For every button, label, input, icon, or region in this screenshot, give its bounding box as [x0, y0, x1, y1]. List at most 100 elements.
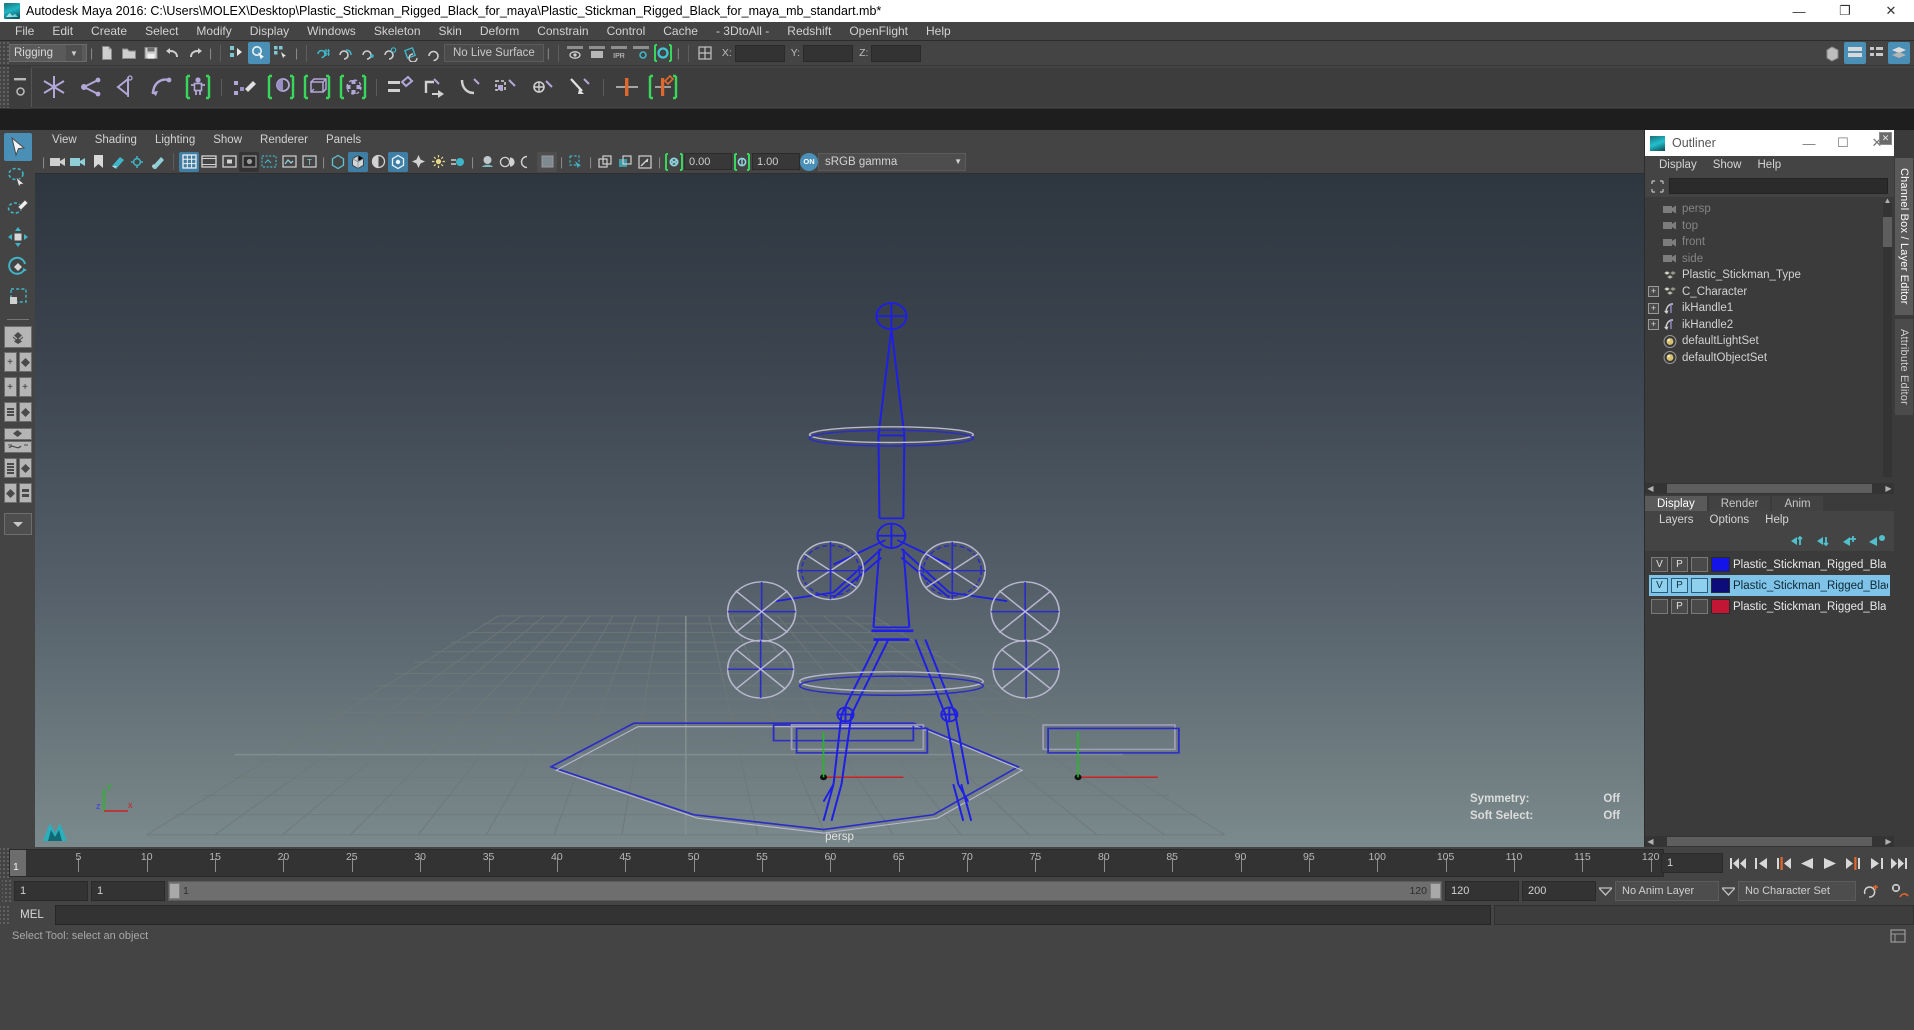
save-scene-icon[interactable] [140, 42, 162, 64]
tab-anim[interactable]: Anim [1772, 496, 1823, 511]
layer-playback-toggle[interactable]: P [1671, 578, 1688, 593]
current-frame-input[interactable]: 1 [1661, 853, 1723, 873]
layer-color-swatch[interactable] [1711, 578, 1730, 593]
resolution-gate-icon[interactable] [219, 152, 239, 172]
layer-playback-toggle[interactable]: P [1671, 599, 1688, 614]
create-joint-icon[interactable] [36, 69, 72, 105]
menu-3dtoall[interactable]: - 3DtoAll - [707, 22, 778, 41]
layer-menu-options[interactable]: Options [1702, 511, 1758, 529]
range-start-input[interactable]: 1 [14, 881, 88, 901]
coord-z-input[interactable] [871, 44, 922, 62]
scroll-right-arrow-icon[interactable]: ▶ [1883, 484, 1894, 493]
new-scene-icon[interactable] [96, 42, 118, 64]
go-to-start-button[interactable] [1727, 853, 1749, 874]
outliner-item-ikhandle2[interactable]: + ikHandle2 [1645, 317, 1894, 334]
menu-deform[interactable]: Deform [471, 22, 528, 41]
single-perspective-layout[interactable] [3, 326, 32, 348]
wireframe-shading-icon[interactable] [328, 152, 348, 172]
menu-set-selector[interactable]: Rigging ▼ [9, 44, 87, 62]
move-layer-up-icon[interactable] [1791, 534, 1808, 547]
layer-menu-layers[interactable]: Layers [1651, 511, 1702, 529]
toolbar-grip[interactable] [0, 41, 9, 65]
anim-start-input[interactable]: 120 [1445, 881, 1519, 901]
range-grip[interactable] [2, 879, 11, 903]
vp-menu-show[interactable]: Show [204, 130, 251, 150]
menu-windows[interactable]: Windows [298, 22, 365, 41]
aim-constraint-icon[interactable] [526, 69, 562, 105]
coord-y-input[interactable] [803, 44, 854, 62]
step-back-key-button[interactable] [1750, 853, 1772, 874]
shelf-grip[interactable] [0, 66, 9, 108]
create-new-layer-icon[interactable] [1843, 534, 1860, 547]
orient-constraint-icon[interactable] [454, 69, 490, 105]
tab-render[interactable]: Render [1708, 496, 1771, 511]
outliner-vertical-scrollbar[interactable] [1883, 203, 1892, 477]
time-slider-current-marker[interactable]: 1 [10, 850, 26, 876]
character-set-selector[interactable]: No Character Set [1738, 881, 1856, 901]
auto-key-button[interactable] [1859, 883, 1883, 899]
scroll-left-arrow-icon[interactable]: ◀ [1645, 484, 1656, 493]
outliner-menu-display[interactable]: Display [1651, 156, 1705, 175]
parent-constraint-icon[interactable] [382, 69, 418, 105]
dock-close-icon[interactable]: ✕ [1879, 132, 1892, 145]
snap-to-curve-icon[interactable] [334, 42, 356, 64]
menu-select[interactable]: Select [136, 22, 187, 41]
edit-blend-shape-icon[interactable] [645, 69, 681, 105]
expand-icon[interactable]: + [1648, 286, 1659, 298]
render-settings-icon[interactable] [630, 42, 652, 64]
film-gate-icon[interactable] [199, 152, 219, 172]
color-management-toggle[interactable]: ON [800, 152, 818, 171]
outliner-item-plastic-stickman-type[interactable]: Plastic_Stickman_Type [1645, 267, 1894, 284]
layer-color-swatch[interactable] [1711, 599, 1730, 614]
open-scene-icon[interactable] [118, 42, 140, 64]
menu-cache[interactable]: Cache [654, 22, 707, 41]
image-plane-icon[interactable] [108, 152, 128, 172]
expand-icon[interactable]: + [1648, 302, 1659, 314]
gate-mask-icon[interactable] [239, 151, 259, 172]
more-layouts-button[interactable] [3, 513, 32, 535]
tab-channel-box-layer-editor[interactable]: Channel Box / Layer Editor [1895, 158, 1913, 315]
display-layer-list[interactable]: V P Plastic_Stickman_Rigged_Bla V P Plas… [1645, 551, 1894, 836]
use-all-lights-icon[interactable] [388, 151, 408, 172]
select-tool[interactable] [3, 133, 32, 161]
paint-select-tool[interactable] [4, 193, 32, 221]
scrollbar-thumb[interactable] [1883, 217, 1892, 247]
menu-file[interactable]: File [6, 22, 43, 41]
gamma-value-input[interactable]: 1.00 [752, 153, 800, 170]
menu-edit[interactable]: Edit [43, 22, 82, 41]
outliner-item-ikhandle1[interactable]: + ikHandle1 [1645, 300, 1894, 317]
open-render-view-icon[interactable] [635, 152, 655, 172]
vp-menu-view[interactable]: View [43, 130, 86, 150]
chevron-down-icon[interactable] [1722, 886, 1735, 896]
go-to-end-button[interactable] [1888, 853, 1910, 874]
step-forward-key-button[interactable] [1865, 853, 1887, 874]
select-by-object-type-icon[interactable] [248, 42, 270, 64]
pole-vector-constraint-icon[interactable] [562, 69, 598, 105]
lasso-select-tool[interactable] [4, 163, 32, 191]
tab-display[interactable]: Display [1645, 496, 1707, 511]
layer-list-horizontal-scrollbar[interactable]: ◀ ▶ [1645, 836, 1894, 847]
tab-attribute-editor[interactable]: Attribute Editor [1895, 318, 1913, 415]
command-result-field[interactable] [1494, 905, 1914, 925]
vp-menu-shading[interactable]: Shading [86, 130, 146, 150]
scale-constraint-icon[interactable] [490, 69, 526, 105]
shade-wireframe-icon[interactable] [368, 152, 388, 172]
snap-to-point-icon[interactable] [356, 42, 378, 64]
menu-skeleton[interactable]: Skeleton [365, 22, 430, 41]
perspective-viewport[interactable]: Symmetry: Off Soft Select: Off persp y x… [35, 174, 1644, 847]
menu-create[interactable]: Create [82, 22, 136, 41]
paint-skin-weights-icon[interactable] [227, 69, 263, 105]
command-line-grip[interactable] [0, 905, 9, 925]
vp-menu-renderer[interactable]: Renderer [251, 130, 317, 150]
bookmark-icon[interactable] [88, 152, 108, 172]
outliner-persp-layout[interactable]: + + [3, 376, 32, 398]
duplicate-view-icon[interactable] [595, 152, 615, 172]
time-slider[interactable]: 1 5 10 15 20 25 30 35 40 45 50 55 60 65 70 75 80 85 90 95 1… [9, 849, 1664, 877]
select-camera-icon[interactable] [48, 152, 68, 172]
smooth-bind-icon[interactable] [299, 69, 335, 105]
ipr-render-icon[interactable]: IPR [608, 42, 630, 64]
exposure-toggle-icon[interactable] [664, 152, 684, 172]
menu-display[interactable]: Display [241, 22, 298, 41]
gamma-toggle-icon[interactable] [732, 152, 752, 172]
menu-constrain[interactable]: Constrain [528, 22, 597, 41]
